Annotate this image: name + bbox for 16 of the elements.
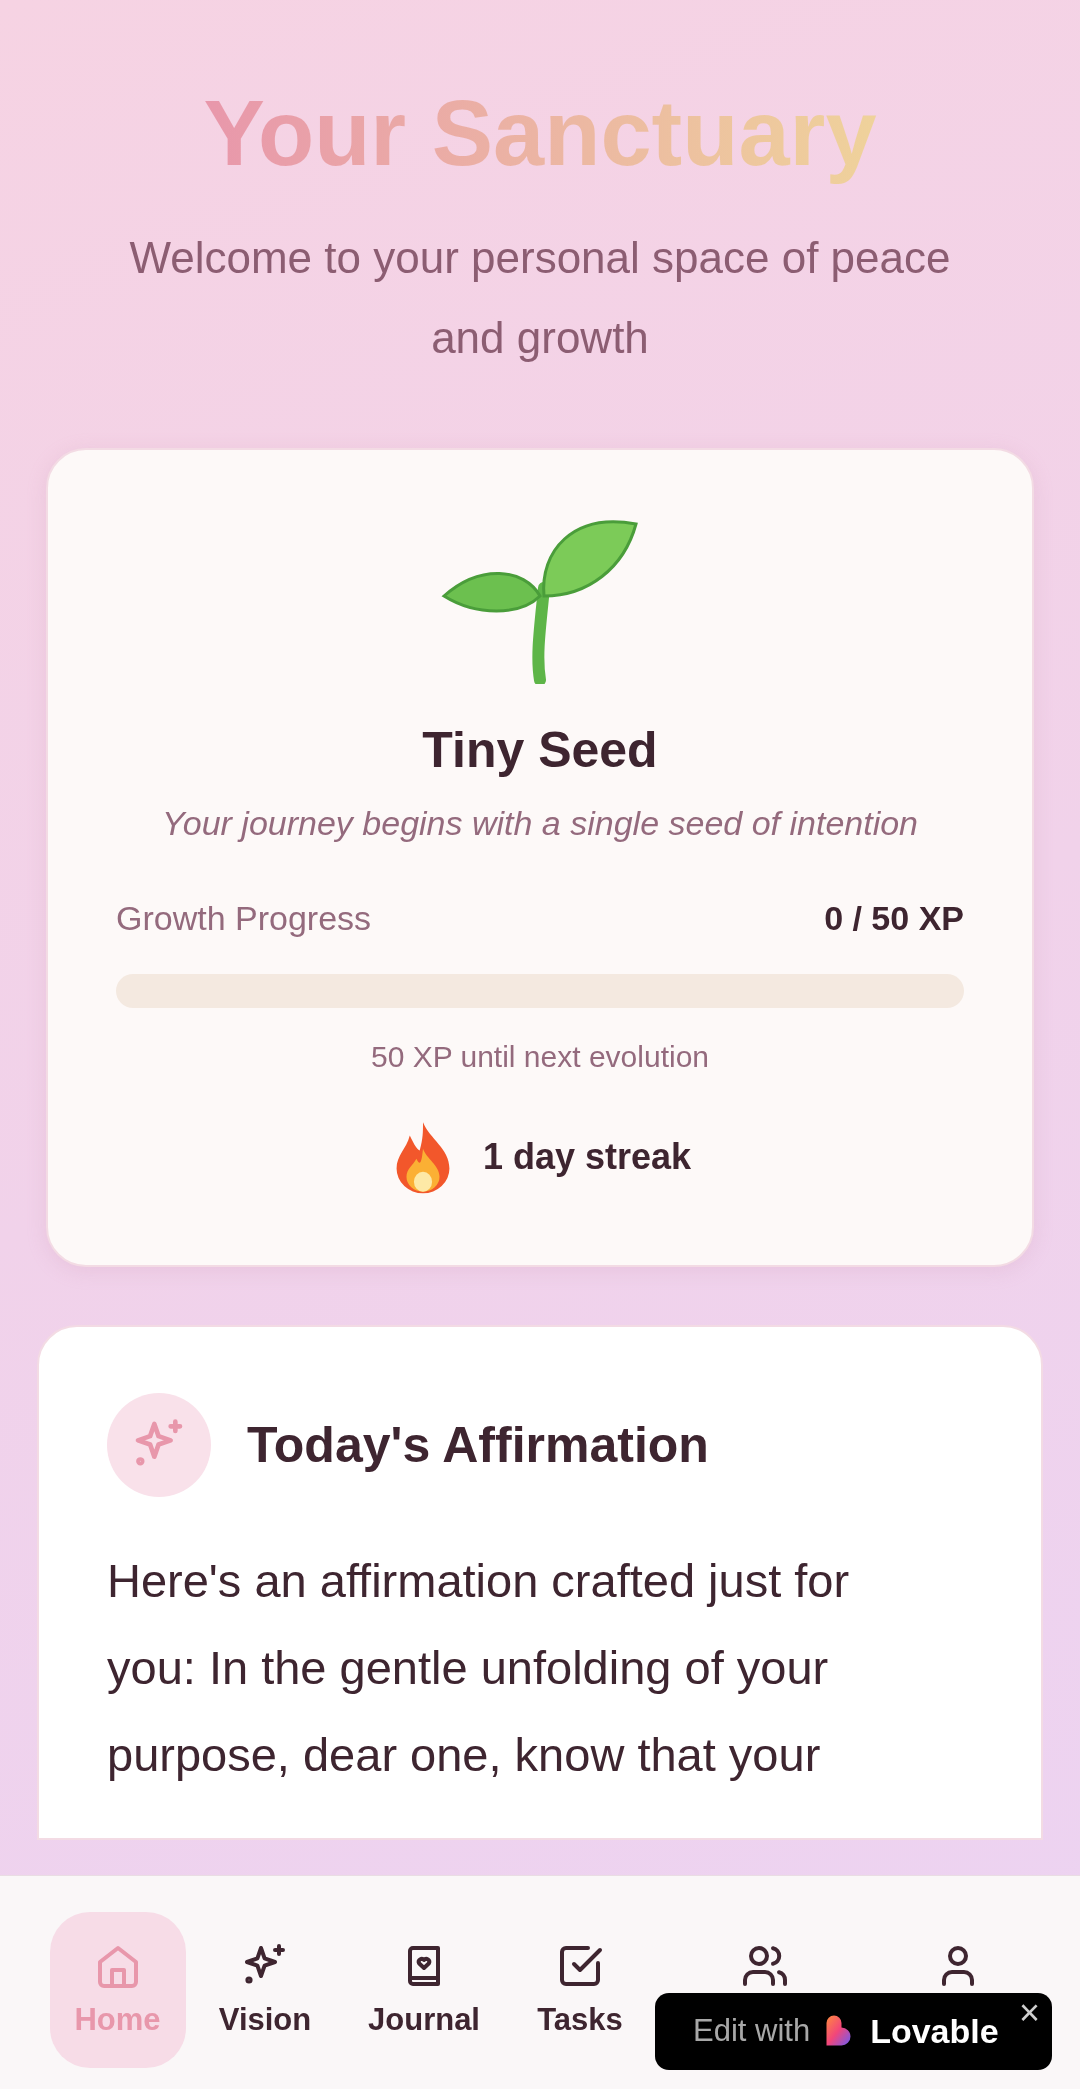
edit-toast-brand: Lovable xyxy=(870,2011,999,2052)
edit-toast-prefix: Edit with xyxy=(693,2012,811,2051)
next-evolution-note: 50 XP until next evolution xyxy=(371,1039,709,1076)
streak-label: 1 day streak xyxy=(482,1135,692,1180)
stage-title: Tiny Seed xyxy=(422,721,658,781)
affirmation-title: Today's Affirmation xyxy=(247,1415,709,1475)
edit-toast[interactable]: Edit with Lovable × xyxy=(655,1993,1052,2070)
stage-tagline: Your journey begins with a single seed of intention xyxy=(161,803,919,845)
affirmation-text: Here's an affirmation crafted just for you: In the gentle unfolding of your purpose, dear one, know that your xyxy=(107,1553,851,1784)
close-button[interactable]: × xyxy=(1018,1995,1040,2031)
nav-tab[interactable]: Vision xyxy=(208,1912,322,2035)
nav-tab[interactable]: Journal xyxy=(358,1912,490,2035)
nav-tab[interactable]: Tasks xyxy=(527,1912,633,2035)
progress-value: 0 / 50 XP xyxy=(824,898,964,940)
progress-label: Growth Progress xyxy=(116,898,372,940)
page-subtitle: Welcome to your personal space of peace and growth xyxy=(128,232,952,365)
